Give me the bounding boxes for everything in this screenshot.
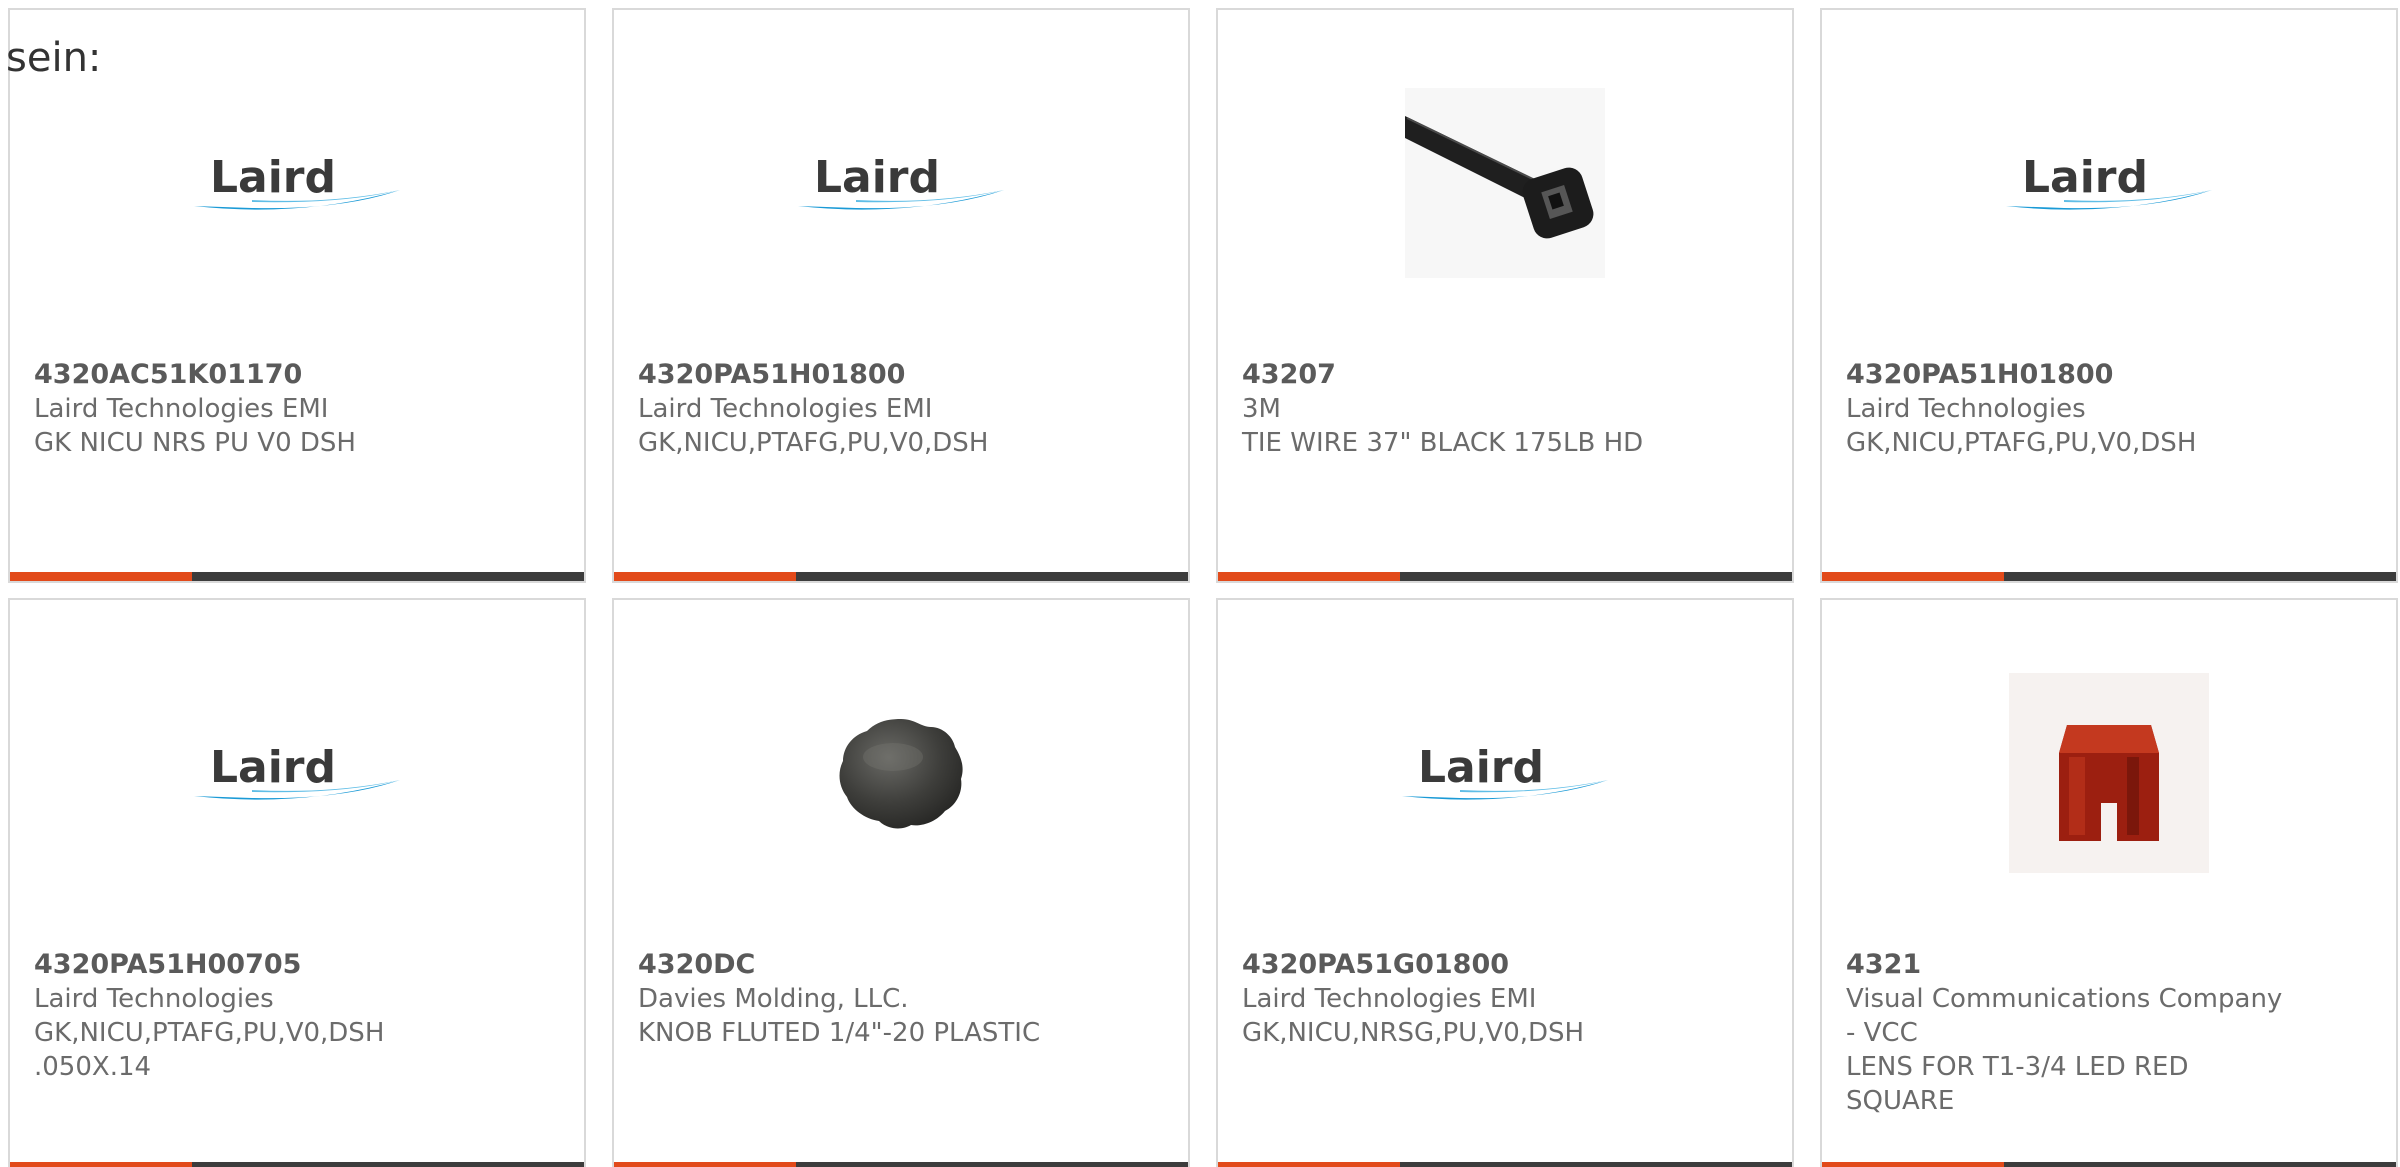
led-lens-icon [2009,672,2209,873]
manufacturer: Laird Technologies EMI [1242,984,1537,1014]
product-thumbnail[interactable] [1218,75,1792,290]
description-continued: SQUARE [1846,1086,1955,1116]
manufacturer: 3M [1242,394,1281,424]
product-info: 43207 3M TIE WIRE 37" BLACK 175LB HD [1242,358,1768,460]
svg-text:Laird: Laird [2022,152,2148,203]
part-number[interactable]: 4320PA51H01800 [638,358,1164,392]
part-number[interactable]: 4320PA51H00705 [34,948,560,982]
product-info: 4320PA51H01800 Laird Technologies EMI GK… [638,358,1164,460]
card-footer-bar [10,1162,584,1167]
card-footer-bar [1822,1162,2396,1167]
product-thumbnail[interactable]: Laird [614,75,1188,290]
manufacturer: Laird Technologies EMI [34,394,329,424]
laird-logo-icon: Laird [194,742,400,800]
svg-text:Laird: Laird [210,742,336,793]
card-footer-bar [1822,572,2396,581]
product-info: 4320PA51H00705 Laird Technologies GK,NIC… [34,948,560,1084]
manufacturer-continued: - VCC [1846,1018,1918,1048]
product-card[interactable]: Laird 4320PA51H01800 Laird Technologies … [612,8,1190,583]
product-thumbnail[interactable]: Laird [10,75,584,290]
part-number[interactable]: 4320DC [638,948,1164,982]
product-card[interactable]: Laird 4320PA51H00705 Laird Technologies … [8,598,586,1167]
card-footer-bar [614,572,1188,581]
card-footer-bar [1218,572,1792,581]
product-thumbnail[interactable]: Laird [10,665,584,880]
product-thumbnail[interactable]: Laird [1822,75,2396,290]
part-number[interactable]: 4320PA51G01800 [1242,948,1768,982]
product-info: 4321 Visual Communications Company - VCC… [1846,948,2372,1118]
laird-logo-icon: Laird [2006,152,2212,210]
description: GK NICU NRS PU V0 DSH [34,428,356,458]
card-footer-bar [614,1162,1188,1167]
svg-text:Laird: Laird [1418,742,1544,793]
product-info: 4320DC Davies Molding, LLC. KNOB FLUTED … [638,948,1164,1050]
description: TIE WIRE 37" BLACK 175LB HD [1242,428,1644,458]
manufacturer: Visual Communications Company [1846,984,2283,1014]
description: GK,NICU,PTAFG,PU,V0,DSH [34,1018,385,1048]
description: LENS FOR T1-3/4 LED RED [1846,1052,2189,1082]
product-results-page: sein: Laird 4320AC51K01170 Laird Technol… [0,0,2400,1167]
product-card[interactable]: Laird 4320PA51G01800 Laird Technologies … [1216,598,1794,1167]
product-thumbnail[interactable] [614,665,1188,880]
description-continued: .050X.14 [34,1052,152,1082]
svg-text:Laird: Laird [814,152,940,203]
part-number[interactable]: 4321 [1846,948,2372,982]
product-info: 4320AC51K01170 Laird Technologies EMI GK… [34,358,560,460]
part-number[interactable]: 4320AC51K01170 [34,358,560,392]
intro-text: sein: [6,35,102,81]
description: GK,NICU,PTAFG,PU,V0,DSH [1846,428,2197,458]
card-footer-accent [10,1162,192,1167]
product-info: 4320PA51H01800 Laird Technologies GK,NIC… [1846,358,2372,460]
product-thumbnail[interactable]: Laird [1218,665,1792,880]
knob-icon [839,718,963,828]
manufacturer: Davies Molding, LLC. [638,984,909,1014]
manufacturer: Laird Technologies EMI [638,394,933,424]
card-footer-accent [1822,1162,2004,1167]
card-footer-bar [10,572,584,581]
product-card[interactable]: 4321 Visual Communications Company - VCC… [1820,598,2398,1167]
product-card[interactable]: 4320DC Davies Molding, LLC. KNOB FLUTED … [612,598,1190,1167]
product-info: 4320PA51G01800 Laird Technologies EMI GK… [1242,948,1768,1050]
product-grid: Laird 4320AC51K01170 Laird Technologies … [0,0,2400,1167]
product-card[interactable]: 43207 3M TIE WIRE 37" BLACK 175LB HD [1216,8,1794,583]
svg-text:Laird: Laird [210,152,336,203]
card-footer-accent [1218,1162,1400,1167]
card-footer-bar [1218,1162,1792,1167]
card-footer-accent [1218,572,1400,581]
product-card[interactable]: Laird 4320AC51K01170 Laird Technologies … [8,8,586,583]
product-thumbnail[interactable] [1822,665,2396,880]
description: GK,NICU,NRSG,PU,V0,DSH [1242,1018,1585,1048]
part-number[interactable]: 43207 [1242,358,1768,392]
card-footer-accent [1822,572,2004,581]
description: GK,NICU,PTAFG,PU,V0,DSH [638,428,989,458]
product-card[interactable]: Laird 4320PA51H01800 Laird Technologies … [1820,8,2398,583]
manufacturer: Laird Technologies [1846,394,2086,424]
cable-tie-icon [1405,87,1605,278]
laird-logo-icon: Laird [194,152,400,210]
laird-logo-icon: Laird [798,152,1004,210]
part-number[interactable]: 4320PA51H01800 [1846,358,2372,392]
description: KNOB FLUTED 1/4"-20 PLASTIC [638,1018,1041,1048]
laird-logo-icon: Laird [1402,742,1608,800]
card-footer-accent [614,1162,796,1167]
card-footer-accent [614,572,796,581]
card-footer-accent [10,572,192,581]
manufacturer: Laird Technologies [34,984,274,1014]
